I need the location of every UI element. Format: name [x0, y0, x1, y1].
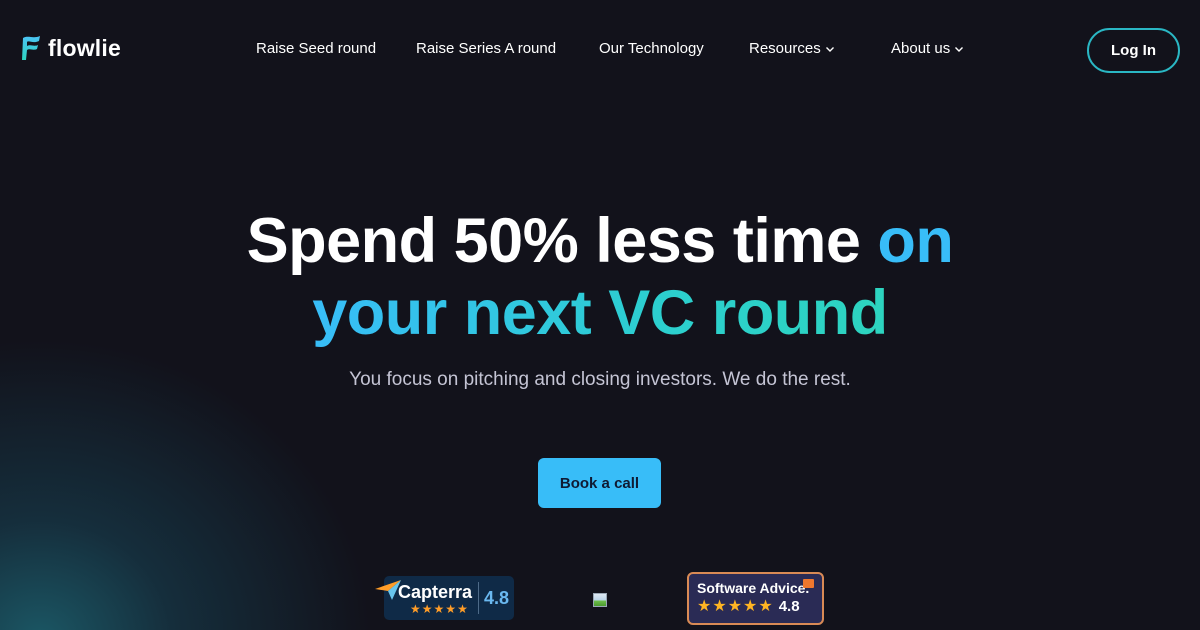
- speech-bubble-icon: [803, 579, 814, 588]
- star-icon: ★: [743, 597, 758, 615]
- nav-label: Raise Seed round: [256, 40, 377, 57]
- hero-title-gradient: your next VC round: [312, 278, 888, 348]
- logo-link[interactable]: flowlie: [20, 34, 121, 62]
- nav-label: Resources: [749, 40, 821, 57]
- broken-image-icon: [593, 593, 607, 607]
- star-icon: ★: [712, 597, 727, 615]
- star-icon: ★: [697, 597, 712, 615]
- nav-raise-series-a[interactable]: Raise Series A round: [416, 40, 556, 57]
- nav-about-us[interactable]: About us: [891, 40, 964, 57]
- star-icon: ★: [758, 597, 773, 615]
- software-advice-rating: ★ ★ ★ ★ ★ 4.8: [697, 598, 814, 615]
- capterra-badge[interactable]: Capterra ★ ★ ★ ★ ★ 4.8: [375, 576, 514, 620]
- software-advice-badge[interactable]: Software Advice. ★ ★ ★ ★ ★ 4.8: [687, 572, 824, 625]
- page: flowlie Raise Seed round Raise Series A …: [0, 0, 1200, 630]
- nav-our-technology[interactable]: Our Technology: [599, 40, 704, 57]
- capterra-divider: [478, 582, 480, 614]
- capterra-arrow-icon: [375, 580, 401, 600]
- logo-text: flowlie: [48, 34, 121, 61]
- hero-subtitle: You focus on pitching and closing invest…: [349, 369, 851, 390]
- capterra-left: Capterra ★ ★ ★ ★ ★: [398, 582, 472, 615]
- flowlie-logo-icon: [22, 36, 40, 60]
- chevron-down-icon: [825, 46, 834, 52]
- capterra-stars: ★ ★ ★ ★ ★: [410, 603, 468, 615]
- star-icon: ★: [433, 601, 445, 616]
- capterra-score: 4.8: [484, 587, 510, 608]
- star-icon: ★: [457, 601, 468, 616]
- star-icon: ★: [410, 601, 421, 616]
- book-a-call-button[interactable]: Book a call: [538, 458, 661, 508]
- capterra-name: Capterra: [398, 581, 473, 602]
- nav-resources[interactable]: Resources: [749, 40, 835, 57]
- nav-label: About us: [891, 40, 951, 57]
- nav-label: Our Technology: [599, 40, 704, 57]
- software-advice-stars: ★ ★ ★ ★ ★: [697, 597, 773, 615]
- top-nav: flowlie Raise Seed round Raise Series A …: [0, 0, 1200, 100]
- nav-label: Raise Series A round: [416, 40, 557, 57]
- login-button[interactable]: Log In: [1087, 28, 1180, 73]
- software-advice-name: Software Advice.: [697, 580, 810, 596]
- star-icon: ★: [445, 601, 457, 616]
- nav-raise-seed[interactable]: Raise Seed round: [256, 40, 376, 57]
- star-icon: ★: [727, 597, 743, 615]
- chevron-down-icon: [955, 46, 964, 52]
- hero-title: Spend 50% less time on your next VC roun…: [0, 205, 1200, 349]
- hero-title-white: Spend 50% less time: [246, 206, 878, 276]
- software-advice-score: 4.8: [778, 598, 800, 615]
- hero-title-blue: on: [877, 206, 954, 276]
- star-icon: ★: [421, 601, 433, 616]
